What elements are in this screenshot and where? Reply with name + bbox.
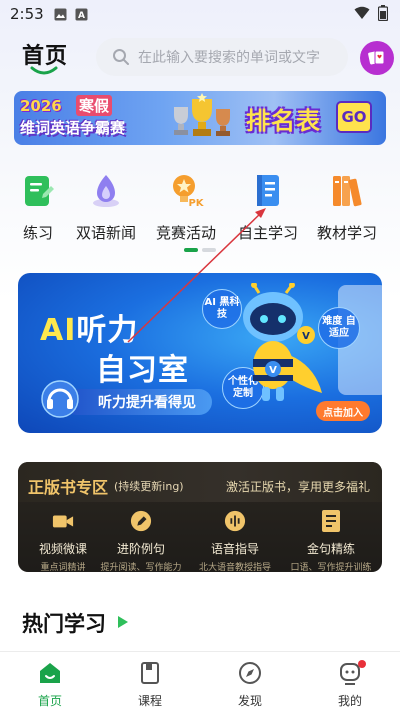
quick-menu-label: 竞赛活动 bbox=[155, 224, 216, 242]
home-icon bbox=[37, 660, 63, 686]
nav-discover[interactable]: 发现 bbox=[210, 660, 290, 709]
notification-dot bbox=[358, 660, 366, 668]
quick-menu-self-study[interactable]: 自主学习 bbox=[228, 172, 308, 243]
book-item-voice[interactable]: 语音指导 北大语音教授指导 bbox=[190, 510, 280, 572]
cards-icon bbox=[368, 50, 385, 65]
bubble-adaptive: 难度 自适应 bbox=[318, 307, 360, 349]
search-placeholder: 在此输入要搜索的单词或文字 bbox=[138, 50, 320, 66]
book-item-sub: 口语、写作提升训练 bbox=[290, 563, 372, 572]
status-bar: 2:53 A bbox=[0, 0, 400, 28]
battery-icon bbox=[377, 5, 389, 25]
book-item-video[interactable]: 视频微课 重点词精讲 bbox=[18, 510, 108, 572]
nav-label: 我的 bbox=[337, 694, 362, 708]
smile-accent-icon bbox=[30, 66, 58, 75]
pager-dot bbox=[202, 248, 216, 252]
quick-menu-label: 教材学习 bbox=[316, 224, 377, 242]
image-icon bbox=[54, 8, 67, 21]
book-item-sub: 重点词精讲 bbox=[40, 563, 86, 572]
voice-icon bbox=[224, 510, 246, 532]
book-item-sentences[interactable]: 进阶例句 提升阅读、写作能力 bbox=[96, 510, 186, 572]
book-item-label: 语音指导 bbox=[210, 542, 259, 556]
svg-text:V: V bbox=[302, 331, 310, 342]
headphone-icon bbox=[41, 380, 79, 418]
quick-menu-pager bbox=[184, 248, 216, 252]
quick-menu-label: 自主学习 bbox=[237, 224, 298, 242]
banner-go-button[interactable]: GO bbox=[336, 101, 372, 133]
ai-listening-card[interactable]: AI听力 自习室 听力提升看得见 AI 黑科技 难度 自适应 个性化 定制 V … bbox=[18, 273, 382, 433]
status-time: 2:53 bbox=[10, 5, 44, 23]
book-card-title: 正版书专区 bbox=[28, 478, 109, 497]
compass-icon bbox=[237, 660, 263, 686]
video-camera-icon bbox=[52, 510, 74, 532]
banner-year: 2026 bbox=[20, 97, 62, 115]
hot-section-title: 热门学习 bbox=[22, 612, 106, 636]
document-icon bbox=[320, 510, 342, 532]
quick-menu-contest[interactable]: PK 竞赛活动 bbox=[146, 172, 226, 243]
nav-profile[interactable]: 我的 bbox=[310, 660, 390, 709]
ai-card-title-ai: AI bbox=[40, 313, 77, 348]
pencil-note-icon bbox=[19, 172, 57, 210]
robot-mascot-icon: V V bbox=[243, 283, 322, 401]
book-item-label: 金句精练 bbox=[306, 542, 355, 556]
quick-menu-label: 双语新闻 bbox=[75, 224, 136, 242]
book-icon bbox=[137, 660, 163, 686]
ai-card-title-1: 听力 bbox=[76, 313, 139, 348]
notebook-icon bbox=[249, 172, 287, 210]
trophy-icon bbox=[174, 93, 230, 136]
svg-text:A: A bbox=[78, 11, 85, 21]
search-icon bbox=[113, 49, 129, 65]
bottom-nav: 首页 课程 发现 我的 bbox=[0, 651, 400, 711]
winter-contest-banner[interactable]: 2026 寒假 维词英语争霸赛 排名表 GO bbox=[14, 91, 386, 145]
a-icon: A bbox=[75, 8, 88, 21]
book-card-tag: (持续更新ing) bbox=[114, 480, 184, 493]
banner-season: 寒假 bbox=[76, 95, 113, 116]
nav-courses[interactable]: 课程 bbox=[110, 660, 190, 709]
books-icon bbox=[328, 172, 366, 210]
svg-text:V: V bbox=[269, 365, 277, 376]
banner-rank-text: 排名表 bbox=[246, 107, 321, 135]
pk-trophy-icon: PK bbox=[167, 172, 205, 210]
nav-label: 课程 bbox=[137, 694, 162, 708]
header: 首页 在此输入要搜索的单词或文字 bbox=[0, 36, 400, 86]
card-game-button[interactable] bbox=[360, 41, 394, 75]
book-item-label: 视频微课 bbox=[38, 542, 87, 556]
quick-menu: 练习 双语新闻 PK 竞赛活动 自主学习 教材学习 bbox=[0, 172, 400, 242]
book-item-sub: 北大语音教授指导 bbox=[198, 563, 271, 572]
pager-dot-active bbox=[184, 248, 198, 252]
search-input[interactable]: 在此输入要搜索的单词或文字 bbox=[96, 38, 348, 76]
ai-card-title-2: 自习室 bbox=[96, 353, 189, 388]
ai-card-title: AI听力 bbox=[40, 305, 138, 349]
book-item-label: 进阶例句 bbox=[116, 542, 165, 556]
official-books-card: 正版书专区 (持续更新ing) 激活正版书，享用更多福礼 视频微课 重点词精讲 … bbox=[18, 462, 382, 572]
activate-book-link[interactable]: 激活正版书，享用更多福礼 bbox=[226, 478, 370, 495]
flame-icon bbox=[87, 172, 125, 210]
banner-subtitle: 维词英语争霸赛 bbox=[20, 119, 126, 137]
nav-home[interactable]: 首页 bbox=[10, 660, 90, 709]
ai-card-pill: 听力提升看得见 bbox=[64, 389, 212, 415]
play-arrow-icon bbox=[118, 616, 128, 628]
svg-text:PK: PK bbox=[188, 198, 204, 209]
join-button[interactable]: 点击加入 bbox=[316, 401, 370, 421]
book-item-sub: 提升阅读、写作能力 bbox=[100, 563, 182, 572]
quick-menu-textbook[interactable]: 教材学习 bbox=[307, 172, 387, 243]
nav-label: 发现 bbox=[237, 694, 262, 708]
pen-icon bbox=[130, 510, 152, 532]
quick-menu-news[interactable]: 双语新闻 bbox=[66, 172, 146, 243]
book-item-quotes[interactable]: 金句精练 口语、写作提升训练 bbox=[286, 510, 376, 572]
nav-label: 首页 bbox=[37, 694, 62, 708]
wifi-icon bbox=[354, 6, 370, 24]
